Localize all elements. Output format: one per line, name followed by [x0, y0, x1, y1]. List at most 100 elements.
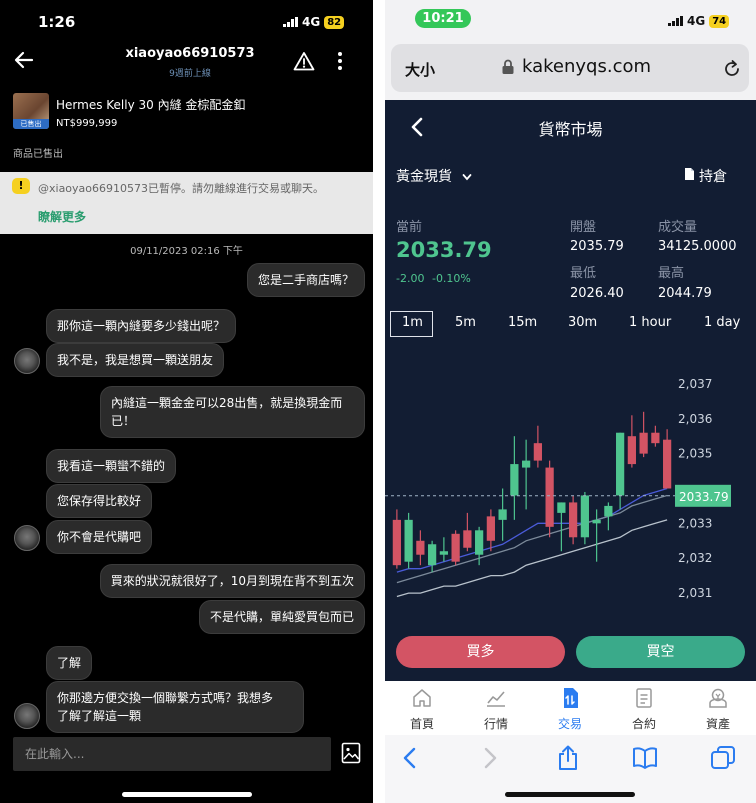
- change-percent: -0.10%: [431, 272, 471, 285]
- warning-icon[interactable]: [293, 51, 315, 71]
- candle-body: [592, 519, 601, 524]
- tab-contract[interactable]: 合約: [607, 681, 681, 735]
- timeframe-15m[interactable]: 15m: [508, 315, 537, 330]
- last-seen: 9週前上線: [169, 69, 211, 79]
- change-value: -2.00: [396, 272, 425, 285]
- timeframe-30m[interactable]: 30m: [568, 315, 597, 330]
- candle-body: [569, 502, 578, 538]
- candle-body: [475, 530, 484, 555]
- message-outgoing: 不是代購，單純愛買包而已: [198, 600, 365, 634]
- candle-body: [604, 505, 613, 517]
- text-size-button[interactable]: 大小: [405, 59, 435, 80]
- bookmarks-icon[interactable]: [632, 745, 658, 771]
- candle-body: [439, 551, 448, 555]
- high-value: 2044.79: [658, 286, 712, 301]
- tab-label: 行情: [483, 717, 508, 731]
- tab-label: 資產: [705, 717, 730, 731]
- address-bar[interactable]: 大小 kakenyqs.com: [391, 44, 749, 92]
- page-title: 貨幣市場: [538, 120, 603, 139]
- message-outgoing: 內縫這一顆金金可以28出售，就是換現金而 已！: [100, 386, 365, 438]
- open-value: 2035.79: [570, 239, 624, 254]
- status-time: 1:26: [38, 13, 76, 31]
- chat-username: xiaoyao66910573: [125, 46, 255, 61]
- candlestick-chart[interactable]: 2,037 2,036 2,035 2,033 2,032 2,031 2033.79: [385, 355, 756, 620]
- chart-line-icon: [487, 691, 505, 707]
- candle-body: [639, 432, 648, 454]
- product-sold-status: 商品已售出: [13, 149, 63, 160]
- battery-icon: 74: [709, 14, 730, 28]
- open-label: 開盤: [570, 220, 597, 235]
- browser-forward-icon[interactable]: [477, 745, 503, 771]
- moving-average-line: [396, 487, 668, 573]
- avatar[interactable]: [14, 348, 40, 374]
- alert-icon: !: [12, 178, 30, 194]
- home-indicator[interactable]: [505, 792, 635, 797]
- signal-icon: [283, 17, 298, 27]
- tabs-icon[interactable]: [710, 745, 736, 771]
- avatar[interactable]: [14, 525, 40, 551]
- symbol-selector[interactable]: 黃金現貨: [396, 166, 472, 186]
- timeframe-1m[interactable]: 1m: [402, 315, 423, 330]
- tab-label: 交易: [557, 717, 582, 731]
- timeframe-1day[interactable]: 1 day: [704, 315, 740, 330]
- moving-average-line: [396, 519, 668, 598]
- candle-body: [663, 439, 672, 489]
- candle-body: [580, 495, 589, 538]
- message-line: 已！: [111, 414, 136, 428]
- share-icon[interactable]: [555, 745, 581, 771]
- candle-body: [416, 540, 425, 555]
- browser-top-bar: 10:21 4G 74 大小 kakenyqs.com: [385, 0, 756, 100]
- learn-more-link[interactable]: 瞭解更多: [38, 208, 86, 225]
- candle-body: [522, 460, 531, 468]
- trading-screen: 10:21 4G 74 大小 kakenyqs.com 貨幣市場 黃金現貨 持倉…: [385, 0, 756, 803]
- timeframe-1hour[interactable]: 1 hour: [629, 315, 671, 330]
- more-options-icon[interactable]: [334, 51, 346, 71]
- candle-body: [651, 432, 660, 444]
- sold-tag: 已售出: [13, 119, 49, 129]
- buy-long-button[interactable]: 買多: [396, 636, 565, 668]
- message-incoming: 我不是，我是想買一顆送朋友: [46, 343, 225, 377]
- tab-label: 首頁: [409, 717, 434, 731]
- message-incoming: 我看這一顆蠻不錯的: [46, 449, 177, 483]
- candle-body: [451, 533, 460, 562]
- price-change: -2.00 -0.10%: [396, 272, 471, 285]
- signal-icon: [668, 16, 683, 26]
- url-text[interactable]: kakenyqs.com: [522, 56, 651, 77]
- message-input[interactable]: [13, 737, 331, 771]
- status-indicators: 4G 74: [668, 14, 730, 28]
- candle-body: [533, 443, 542, 461]
- avatar[interactable]: [14, 703, 40, 729]
- holdings-link[interactable]: 持倉: [699, 166, 727, 186]
- tab-home[interactable]: 首頁: [385, 681, 459, 735]
- message-line: 了解了解這一顆: [57, 709, 142, 723]
- browser-back-icon[interactable]: [397, 745, 423, 771]
- network-label: 4G: [687, 14, 706, 28]
- tab-assets[interactable]: 資產: [681, 681, 755, 735]
- moving-average-line: [396, 494, 668, 584]
- message-outgoing: 您是二手商店嗎？: [246, 263, 365, 297]
- tab-market[interactable]: 行情: [459, 681, 533, 735]
- network-label: 4G: [302, 15, 321, 29]
- candle-body: [392, 519, 401, 566]
- product-thumbnail[interactable]: 已售出: [13, 93, 49, 129]
- chevron-down-icon: [463, 174, 472, 181]
- back-arrow-icon[interactable]: [12, 48, 36, 72]
- product-price: NT$999,999: [56, 118, 118, 129]
- symbol-label: 黃金現貨: [396, 169, 452, 185]
- document-icon[interactable]: [684, 167, 695, 181]
- candle-body: [510, 464, 519, 496]
- y-tick-label: 2,036: [678, 412, 712, 426]
- image-upload-icon[interactable]: [341, 742, 361, 764]
- y-tick-label: 2,033: [678, 516, 712, 530]
- home-indicator[interactable]: [122, 792, 252, 797]
- tab-label: 合約: [631, 717, 656, 731]
- product-title[interactable]: Hermes Kelly 30 內縫 金棕配金釦: [56, 96, 245, 113]
- tab-trade[interactable]: 交易: [533, 681, 607, 735]
- message-incoming: 您保存得比較好: [46, 484, 153, 518]
- reload-icon[interactable]: [723, 58, 741, 78]
- high-label: 最高: [658, 266, 685, 281]
- sell-short-button[interactable]: 買空: [576, 636, 745, 668]
- candle-body: [486, 516, 495, 541]
- timeframe-5m[interactable]: 5m: [455, 315, 476, 330]
- candle-body: [404, 519, 413, 562]
